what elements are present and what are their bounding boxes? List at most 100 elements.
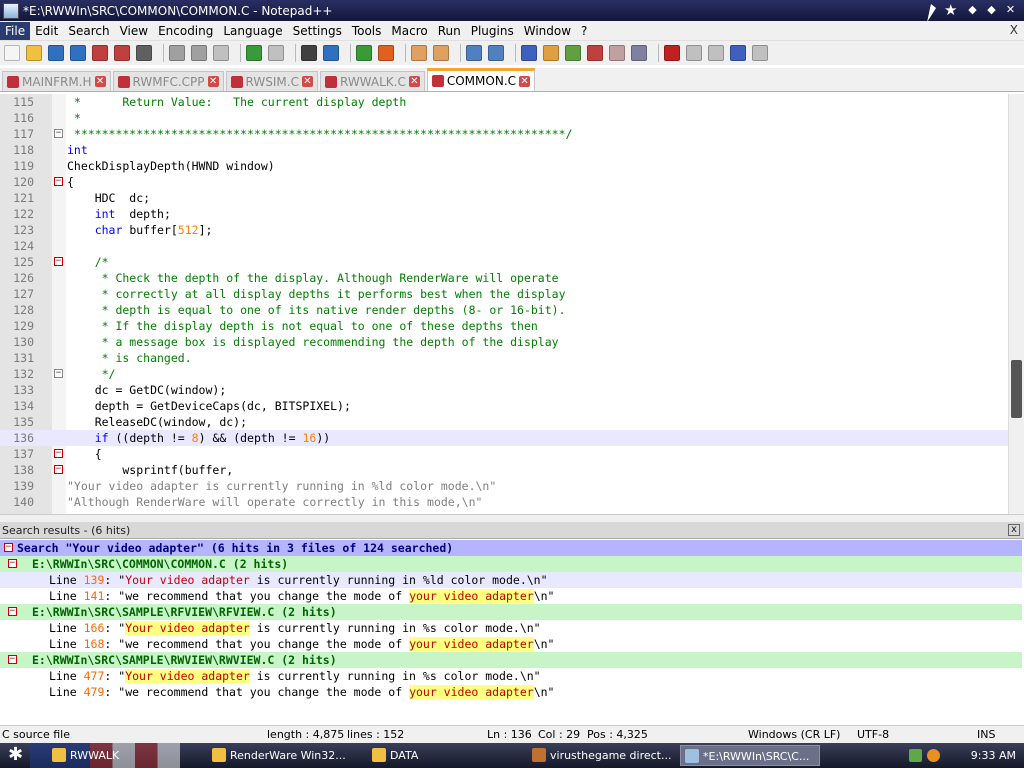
menu-item-plugins[interactable]: Plugins bbox=[466, 22, 519, 40]
macro-playback-icon[interactable] bbox=[708, 45, 724, 61]
tab-rwsim-c[interactable]: RWSIM.C ✕ bbox=[225, 71, 318, 91]
taskbar-task[interactable]: *E:\RWWIn\SRC\C... bbox=[680, 745, 820, 766]
search-query-line[interactable]: − Search "Your video adapter" (6 hits in … bbox=[0, 540, 1022, 556]
taskbar-task[interactable]: RenderWare Win32... bbox=[208, 745, 363, 766]
minimize-button[interactable]: ◆ bbox=[965, 2, 980, 17]
result-hit-line[interactable]: Line 168: "we recommend that you change … bbox=[0, 636, 1022, 652]
collapse-search-icon[interactable]: − bbox=[4, 543, 13, 552]
sync-horizontal-icon[interactable] bbox=[433, 45, 449, 61]
zoom-out-icon[interactable] bbox=[378, 45, 394, 61]
show-all-chars-icon[interactable] bbox=[488, 45, 504, 61]
new-file-icon[interactable] bbox=[4, 45, 20, 61]
collapse-file-icon[interactable]: − bbox=[8, 559, 17, 568]
result-hit-line[interactable]: Line 141: "we recommend that you change … bbox=[0, 588, 1022, 604]
menu-item-help[interactable]: ? bbox=[576, 22, 592, 40]
line-number: 120 bbox=[13, 175, 34, 189]
menu-item-edit[interactable]: Edit bbox=[30, 22, 63, 40]
tab-mainfrm-h[interactable]: MAINFRM.H ✕ bbox=[2, 71, 111, 91]
macro-stop-icon[interactable] bbox=[686, 45, 702, 61]
paste-icon[interactable] bbox=[213, 45, 229, 61]
status-eol[interactable]: Windows (CR LF) bbox=[748, 726, 840, 743]
menu-item-language[interactable]: Language bbox=[218, 22, 287, 40]
close-icon[interactable] bbox=[92, 45, 108, 61]
tab-common-c[interactable]: COMMON.C ✕ bbox=[426, 68, 536, 91]
fold-toggle-icon[interactable]: − bbox=[54, 465, 63, 474]
menu-item-macro[interactable]: Macro bbox=[386, 22, 432, 40]
fold-toggle-icon[interactable]: − bbox=[54, 257, 63, 266]
start-button[interactable]: ✱ bbox=[8, 745, 23, 765]
taskbar-clock[interactable]: 9:33 AM bbox=[971, 749, 1016, 762]
menu-item-run[interactable]: Run bbox=[433, 22, 466, 40]
close-tab-icon[interactable]: ✕ bbox=[301, 76, 313, 87]
macro-run-multiple-icon[interactable] bbox=[730, 45, 746, 61]
save-icon[interactable] bbox=[48, 45, 64, 61]
editor-vertical-scrollbar[interactable] bbox=[1008, 94, 1024, 514]
result-file-line[interactable]: − E:\RWWIn\SRC\SAMPLE\RFVIEW\RFVIEW.C (2 … bbox=[0, 604, 1022, 620]
macro-record-icon[interactable] bbox=[664, 45, 680, 61]
print-icon[interactable] bbox=[136, 45, 152, 61]
word-wrap-icon[interactable] bbox=[466, 45, 482, 61]
panel-splitter[interactable] bbox=[0, 514, 1024, 522]
function-list-icon[interactable] bbox=[587, 45, 603, 61]
save-all-icon[interactable] bbox=[70, 45, 86, 61]
result-hit-line[interactable]: Line 479: "we recommend that you change … bbox=[0, 684, 1022, 700]
user-defined-language-icon[interactable] bbox=[543, 45, 559, 61]
result-hit-line[interactable]: Line 166: "Your video adapter is current… bbox=[0, 620, 1022, 636]
restore-button[interactable]: ◆ bbox=[984, 2, 999, 17]
replace-icon[interactable] bbox=[323, 45, 339, 61]
menu-item-settings[interactable]: Settings bbox=[288, 22, 347, 40]
taskbar-task[interactable]: DATA bbox=[368, 745, 523, 766]
tab-rwmfc-cpp[interactable]: RWMFC.CPP ✕ bbox=[112, 71, 224, 91]
result-file-line[interactable]: − E:\RWWIn\SRC\SAMPLE\RWVIEW\RWVIEW.C (2 … bbox=[0, 652, 1022, 668]
copy-icon[interactable] bbox=[191, 45, 207, 61]
menu-item-file[interactable]: File bbox=[0, 21, 31, 40]
collapse-file-icon[interactable]: − bbox=[8, 655, 17, 664]
result-hit-line[interactable]: Line 477: "Your video adapter is current… bbox=[0, 668, 1022, 684]
undo-icon[interactable] bbox=[246, 45, 262, 61]
macro-save-icon[interactable] bbox=[752, 45, 768, 61]
status-insert-mode[interactable]: INS bbox=[977, 726, 995, 743]
tab-rwwalk-c[interactable]: RWWALK.C ✕ bbox=[319, 71, 425, 91]
redo-icon[interactable] bbox=[268, 45, 284, 61]
close-window-button[interactable]: ✕ bbox=[1003, 2, 1018, 17]
fold-toggle-icon[interactable]: − bbox=[54, 177, 63, 186]
folder-workspace-icon[interactable] bbox=[609, 45, 625, 61]
close-tab-icon[interactable]: ✕ bbox=[94, 76, 106, 87]
open-file-icon[interactable] bbox=[26, 45, 42, 61]
indent-guide-icon[interactable] bbox=[521, 45, 537, 61]
find-icon[interactable] bbox=[301, 45, 317, 61]
taskbar-task[interactable]: virusthegame direct... bbox=[528, 745, 680, 766]
close-tab-icon[interactable]: ✕ bbox=[408, 76, 420, 87]
tray-search-icon[interactable] bbox=[926, 749, 940, 762]
menu-item-tools[interactable]: Tools bbox=[347, 22, 387, 40]
close-tab-icon[interactable]: ✕ bbox=[207, 76, 219, 87]
code-editor[interactable]: 115 * Return Value: The current display … bbox=[0, 94, 1024, 514]
close-all-icon[interactable] bbox=[114, 45, 130, 61]
monitoring-icon[interactable] bbox=[631, 45, 647, 61]
cut-icon[interactable] bbox=[169, 45, 185, 61]
close-results-button[interactable]: x bbox=[1008, 524, 1020, 536]
menu-item-encoding[interactable]: Encoding bbox=[153, 22, 218, 40]
scrollbar-thumb[interactable] bbox=[1011, 360, 1022, 418]
code-text: /* bbox=[67, 255, 109, 269]
fold-toggle-icon[interactable]: − bbox=[54, 449, 63, 458]
zoom-in-icon[interactable] bbox=[356, 45, 372, 61]
hit-prefix: Line bbox=[49, 685, 84, 699]
search-results-panel[interactable]: − Search "Your video adapter" (6 hits in … bbox=[0, 540, 1024, 720]
result-file-line[interactable]: − E:\RWWIn\SRC\COMMON\COMMON.C (2 hits) bbox=[0, 556, 1022, 572]
sync-vertical-icon[interactable] bbox=[411, 45, 427, 61]
menu-item-view[interactable]: View bbox=[115, 22, 153, 40]
close-tab-icon[interactable]: ✕ bbox=[519, 75, 531, 87]
taskbar-task[interactable]: RWWALK bbox=[48, 745, 198, 766]
status-encoding[interactable]: UTF-8 bbox=[857, 726, 889, 743]
file-icon bbox=[117, 75, 130, 88]
menu-item-search[interactable]: Search bbox=[63, 22, 114, 40]
result-hit-line[interactable]: Line 139: "Your video adapter is current… bbox=[0, 572, 1022, 588]
menu-item-window[interactable]: Window bbox=[519, 22, 576, 40]
collapse-file-icon[interactable]: − bbox=[8, 607, 17, 616]
line-number: 135 bbox=[13, 415, 34, 429]
star-icon[interactable]: ★ bbox=[944, 1, 957, 19]
doc-map-icon[interactable] bbox=[565, 45, 581, 61]
close-document-button[interactable]: X bbox=[1010, 23, 1018, 37]
tray-network-icon[interactable] bbox=[908, 749, 922, 762]
